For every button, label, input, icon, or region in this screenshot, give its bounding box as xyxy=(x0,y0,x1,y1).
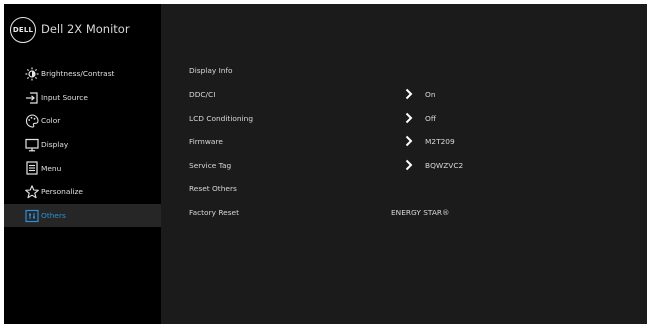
service-tag-row[interactable]: Service Tag BQWZVC2 xyxy=(161,156,647,176)
display-info-row[interactable]: Display Info xyxy=(161,61,647,81)
sidebar-item-others[interactable]: Others xyxy=(4,203,161,228)
others-icon xyxy=(25,209,39,222)
sidebar-item-brightness-contrast[interactable]: Brightness/Contrast xyxy=(4,62,161,86)
sidebar-item-color[interactable]: Color xyxy=(4,109,161,133)
others-content-panel: Display Info DDC/CI On LCD Conditioning … xyxy=(161,4,647,324)
sidebar-item-display[interactable]: Display xyxy=(4,133,161,157)
chevron-right-icon xyxy=(405,112,413,124)
chevron-right-icon xyxy=(405,88,413,100)
sidebar-item-label: Brightness/Contrast xyxy=(41,69,115,79)
display-icon xyxy=(25,138,39,152)
chevron-right-icon xyxy=(405,159,413,171)
factory-reset-row[interactable]: Factory Reset ENERGY STAR® xyxy=(161,203,647,223)
sidebar-item-label: Color xyxy=(41,116,61,126)
chevron-right-icon xyxy=(405,135,413,147)
monitor-title: Dell 2X Monitor xyxy=(41,22,130,36)
brightness-icon xyxy=(25,67,39,81)
sidebar-item-input-source[interactable]: Input Source xyxy=(4,86,161,110)
monitor-osd: DELL Dell 2X Monitor Brightness/Contrast xyxy=(4,4,647,324)
star-icon xyxy=(25,185,39,199)
sidebar-menu: Brightness/Contrast Input Source Color D… xyxy=(4,62,161,228)
row-label: Service Tag xyxy=(189,161,232,170)
row-value: BQWZVC2 xyxy=(425,161,464,170)
input-source-icon xyxy=(26,91,38,104)
lcd-conditioning-row[interactable]: LCD Conditioning Off xyxy=(161,109,647,129)
row-value: On xyxy=(425,90,436,99)
brand-header: DELL Dell 2X Monitor xyxy=(4,4,161,54)
ddc-ci-row[interactable]: DDC/CI On xyxy=(161,85,647,105)
sidebar-item-label: Display xyxy=(41,140,69,150)
sidebar-item-personalize[interactable]: Personalize xyxy=(4,180,161,204)
row-label: DDC/CI xyxy=(189,90,216,99)
color-palette-icon xyxy=(25,114,39,128)
row-value: M2T209 xyxy=(425,137,455,146)
sidebar-item-menu[interactable]: Menu xyxy=(4,156,161,180)
reset-others-row[interactable]: Reset Others xyxy=(161,179,647,199)
energy-star-note: ENERGY STAR® xyxy=(391,208,450,217)
sidebar-item-label: Others xyxy=(41,210,66,220)
sidebar: DELL Dell 2X Monitor Brightness/Contrast xyxy=(4,4,161,324)
row-label: Display Info xyxy=(189,66,233,75)
row-label: LCD Conditioning xyxy=(189,114,254,123)
row-label: Factory Reset xyxy=(189,208,239,217)
row-value: Off xyxy=(425,114,436,123)
sidebar-item-label: Input Source xyxy=(41,92,88,102)
sidebar-item-label: Personalize xyxy=(41,187,83,197)
firmware-row[interactable]: Firmware M2T209 xyxy=(161,132,647,152)
menu-icon xyxy=(26,161,38,175)
sidebar-item-label: Menu xyxy=(41,163,62,173)
row-label: Reset Others xyxy=(189,184,237,193)
row-label: Firmware xyxy=(189,137,223,146)
dell-logo: DELL xyxy=(10,17,36,43)
